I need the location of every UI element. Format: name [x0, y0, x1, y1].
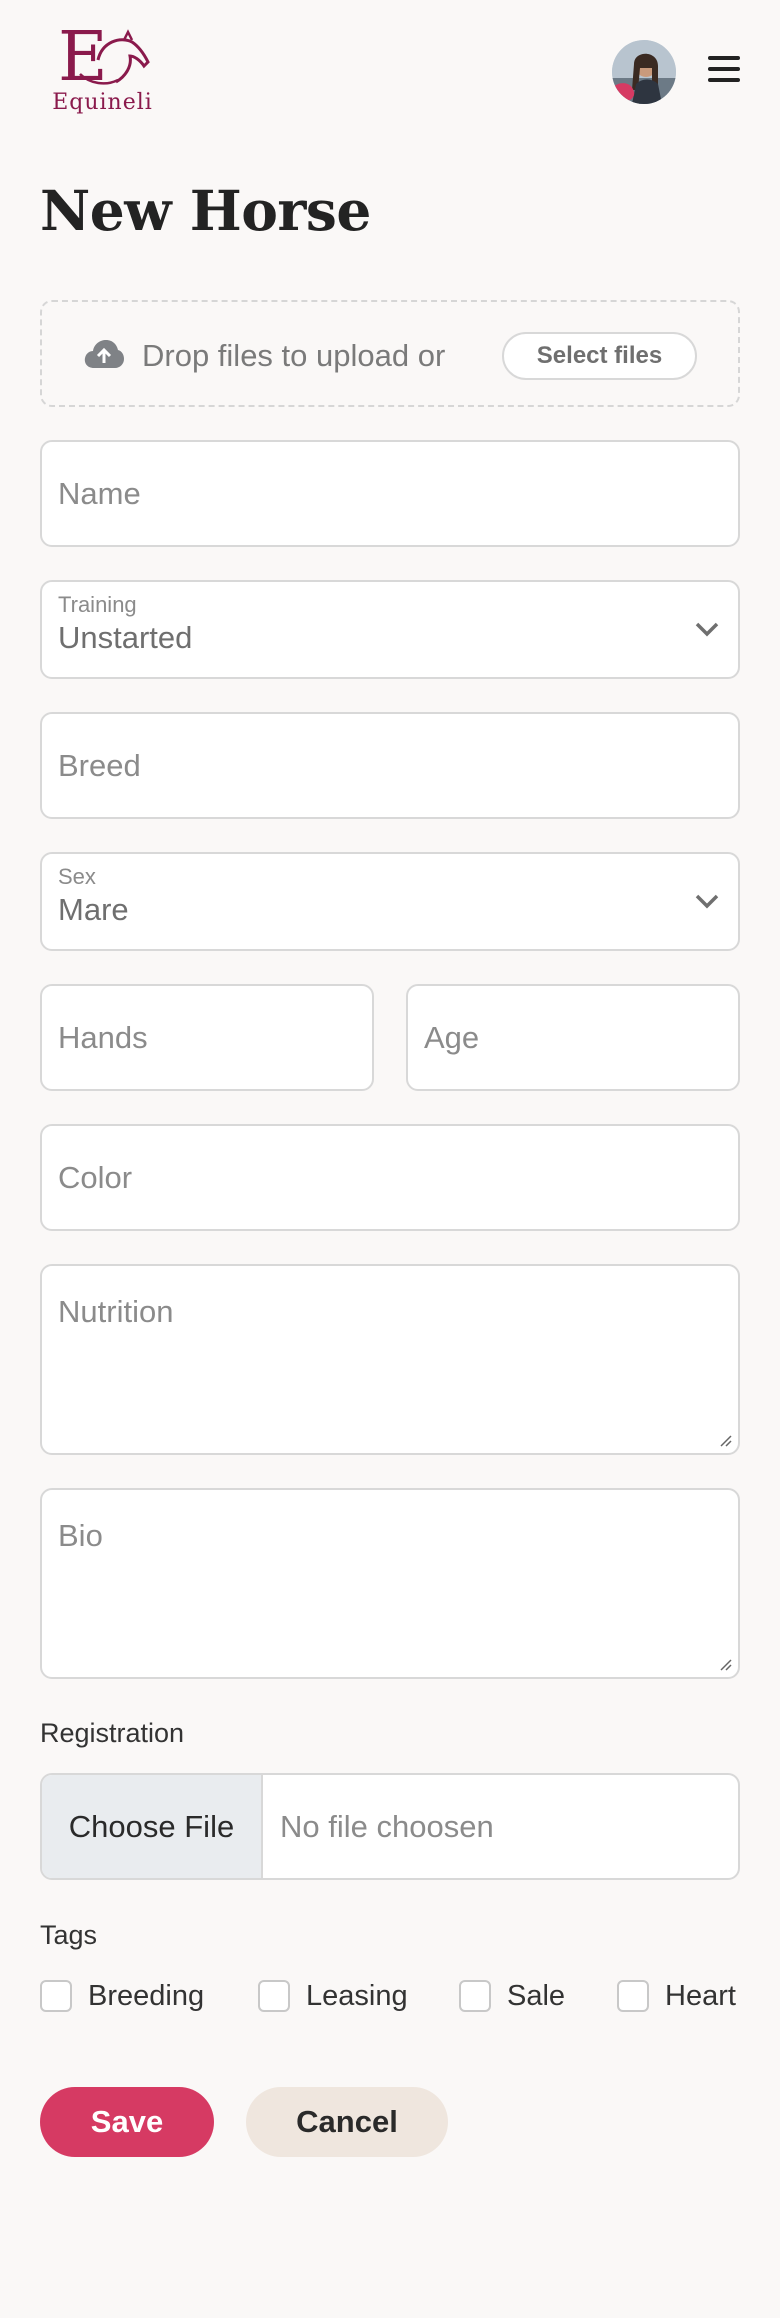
choose-file-button[interactable]: Choose File: [42, 1775, 263, 1878]
hands-input[interactable]: Hands: [40, 984, 374, 1091]
training-value: Unstarted: [58, 620, 193, 655]
training-select[interactable]: Training Unstarted: [40, 580, 740, 679]
nutrition-placeholder: Nutrition: [58, 1294, 174, 1329]
registration-file-input[interactable]: Choose File No file choosen: [40, 1773, 740, 1880]
resize-handle-icon[interactable]: [716, 1655, 732, 1671]
checkbox[interactable]: [40, 1980, 72, 2012]
checkbox[interactable]: [617, 1980, 649, 2012]
breed-placeholder: Breed: [58, 748, 141, 783]
page-title: New Horse: [40, 178, 371, 243]
bio-textarea[interactable]: Bio: [40, 1488, 740, 1679]
checkbox[interactable]: [258, 1980, 290, 2012]
bio-placeholder: Bio: [58, 1518, 103, 1553]
sex-value: Mare: [58, 892, 129, 927]
age-input[interactable]: Age: [406, 984, 740, 1091]
age-placeholder: Age: [424, 1020, 480, 1055]
hands-placeholder: Hands: [58, 1020, 148, 1055]
dropzone-text: Drop files to upload or: [142, 338, 446, 373]
horse-logo-icon: E: [58, 22, 150, 92]
user-avatar[interactable]: [612, 40, 676, 104]
name-placeholder: Name: [58, 476, 141, 511]
tag-label: Breeding: [88, 1980, 205, 2012]
brand-name: Equineli: [52, 90, 153, 115]
checkbox[interactable]: [459, 1980, 491, 2012]
save-button[interactable]: Save: [40, 2087, 214, 2157]
color-input[interactable]: Color: [40, 1124, 740, 1231]
hamburger-menu-icon[interactable]: [708, 56, 740, 86]
name-input[interactable]: Name: [40, 440, 740, 547]
nutrition-textarea[interactable]: Nutrition: [40, 1264, 740, 1455]
user-avatar-icon: [612, 40, 676, 104]
app-header: E Equineli: [0, 0, 780, 130]
tags-label: Tags: [40, 1920, 98, 1950]
chevron-down-icon: [695, 622, 719, 637]
tag-label: Leasing: [306, 1980, 408, 2012]
file-status: No file choosen: [280, 1809, 494, 1844]
color-placeholder: Color: [58, 1160, 133, 1195]
breed-input[interactable]: Breed: [40, 712, 740, 819]
training-label: Training: [58, 592, 137, 617]
cancel-button[interactable]: Cancel: [246, 2087, 448, 2157]
sex-label: Sex: [58, 864, 96, 889]
cloud-upload-icon: [84, 340, 124, 368]
chevron-down-icon: [695, 894, 719, 909]
resize-handle-icon[interactable]: [716, 1431, 732, 1447]
file-dropzone[interactable]: Drop files to upload or Select files: [40, 300, 740, 407]
sex-select[interactable]: Sex Mare: [40, 852, 740, 951]
tag-label: Heart: [665, 1980, 736, 2012]
select-files-button[interactable]: Select files: [502, 332, 697, 380]
tag-label: Sale: [507, 1980, 566, 2012]
registration-label: Registration: [40, 1718, 185, 1748]
equineli-logo[interactable]: E Equineli: [40, 22, 165, 122]
